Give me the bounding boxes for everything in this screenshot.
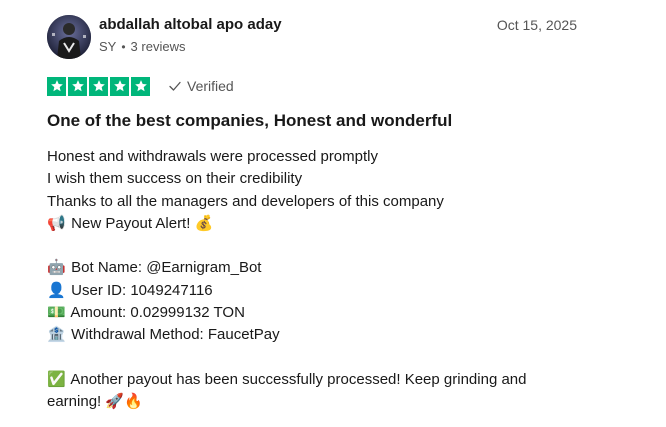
bank-icon: 🏦 — [47, 326, 66, 344]
body-line: I wish them success on their credibility — [47, 170, 303, 188]
review-card: abdallah altobal apo aday SY • 3 reviews… — [47, 14, 577, 414]
star-icon — [47, 76, 66, 96]
review-header: abdallah altobal apo aday SY • 3 reviews… — [47, 14, 577, 62]
author-meta: SY • 3 reviews — [99, 38, 282, 56]
author-country: SY — [99, 39, 117, 54]
star-icon — [89, 76, 108, 96]
review-body: Honest and withdrawals were processed pr… — [47, 146, 577, 414]
star-icon — [110, 76, 129, 96]
body-line-amount: 💵 Amount: 0.02999132 TON — [47, 302, 577, 324]
user-icon: 👤 — [47, 281, 66, 299]
bot-text: Bot Name: @Earnigram_Bot — [71, 259, 262, 277]
method-text: Withdrawal Method: FaucetPay — [71, 326, 280, 344]
verified-badge[interactable]: Verified — [168, 78, 234, 94]
dollar-bill-icon: 💵 — [47, 304, 66, 322]
checkmark-icon — [169, 81, 181, 91]
review-title[interactable]: One of the best companies, Honest and wo… — [47, 110, 577, 132]
amount-text: Amount: 0.02999132 TON — [70, 304, 245, 322]
body-line-alert: 📢 New Payout Alert! 💰 — [47, 213, 577, 235]
rating-row: Verified — [47, 76, 577, 96]
meta-separator: • — [121, 40, 126, 54]
star-icon — [68, 76, 87, 96]
star-icon — [131, 76, 150, 96]
body-line: Honest and withdrawals were processed pr… — [47, 148, 378, 165]
verified-label: Verified — [187, 78, 234, 94]
body-line: Thanks to all the managers and developer… — [47, 192, 444, 210]
avatar-image — [47, 15, 91, 59]
alert-text: New Payout Alert! — [71, 214, 191, 232]
user-text: User ID: 1049247116 — [71, 281, 213, 299]
author-block: abdallah altobal apo aday SY • 3 reviews — [99, 15, 282, 56]
body-line-bot: 🤖 Bot Name: @Earnigram_Bot — [47, 257, 577, 279]
star-rating — [47, 76, 150, 96]
money-bag-icon: 💰 — [194, 214, 214, 232]
author-review-count: 3 reviews — [130, 39, 186, 54]
megaphone-icon: 📢 — [47, 214, 66, 232]
avatar[interactable] — [47, 15, 91, 59]
robot-icon: 🤖 — [47, 259, 66, 277]
rocket-fire-icon: 🚀🔥 — [105, 393, 143, 411]
body-line-final: ✅ Another payout has been successfully p… — [47, 369, 577, 414]
check-mark-button-icon: ✅ — [47, 370, 66, 388]
author-name[interactable]: abdallah altobal apo aday — [99, 15, 282, 35]
review-date: Oct 15, 2025 — [496, 17, 577, 33]
body-line-user: 👤 User ID: 1049247116 — [47, 280, 577, 302]
body-line-method: 🏦 Withdrawal Method: FaucetPay — [47, 324, 577, 346]
